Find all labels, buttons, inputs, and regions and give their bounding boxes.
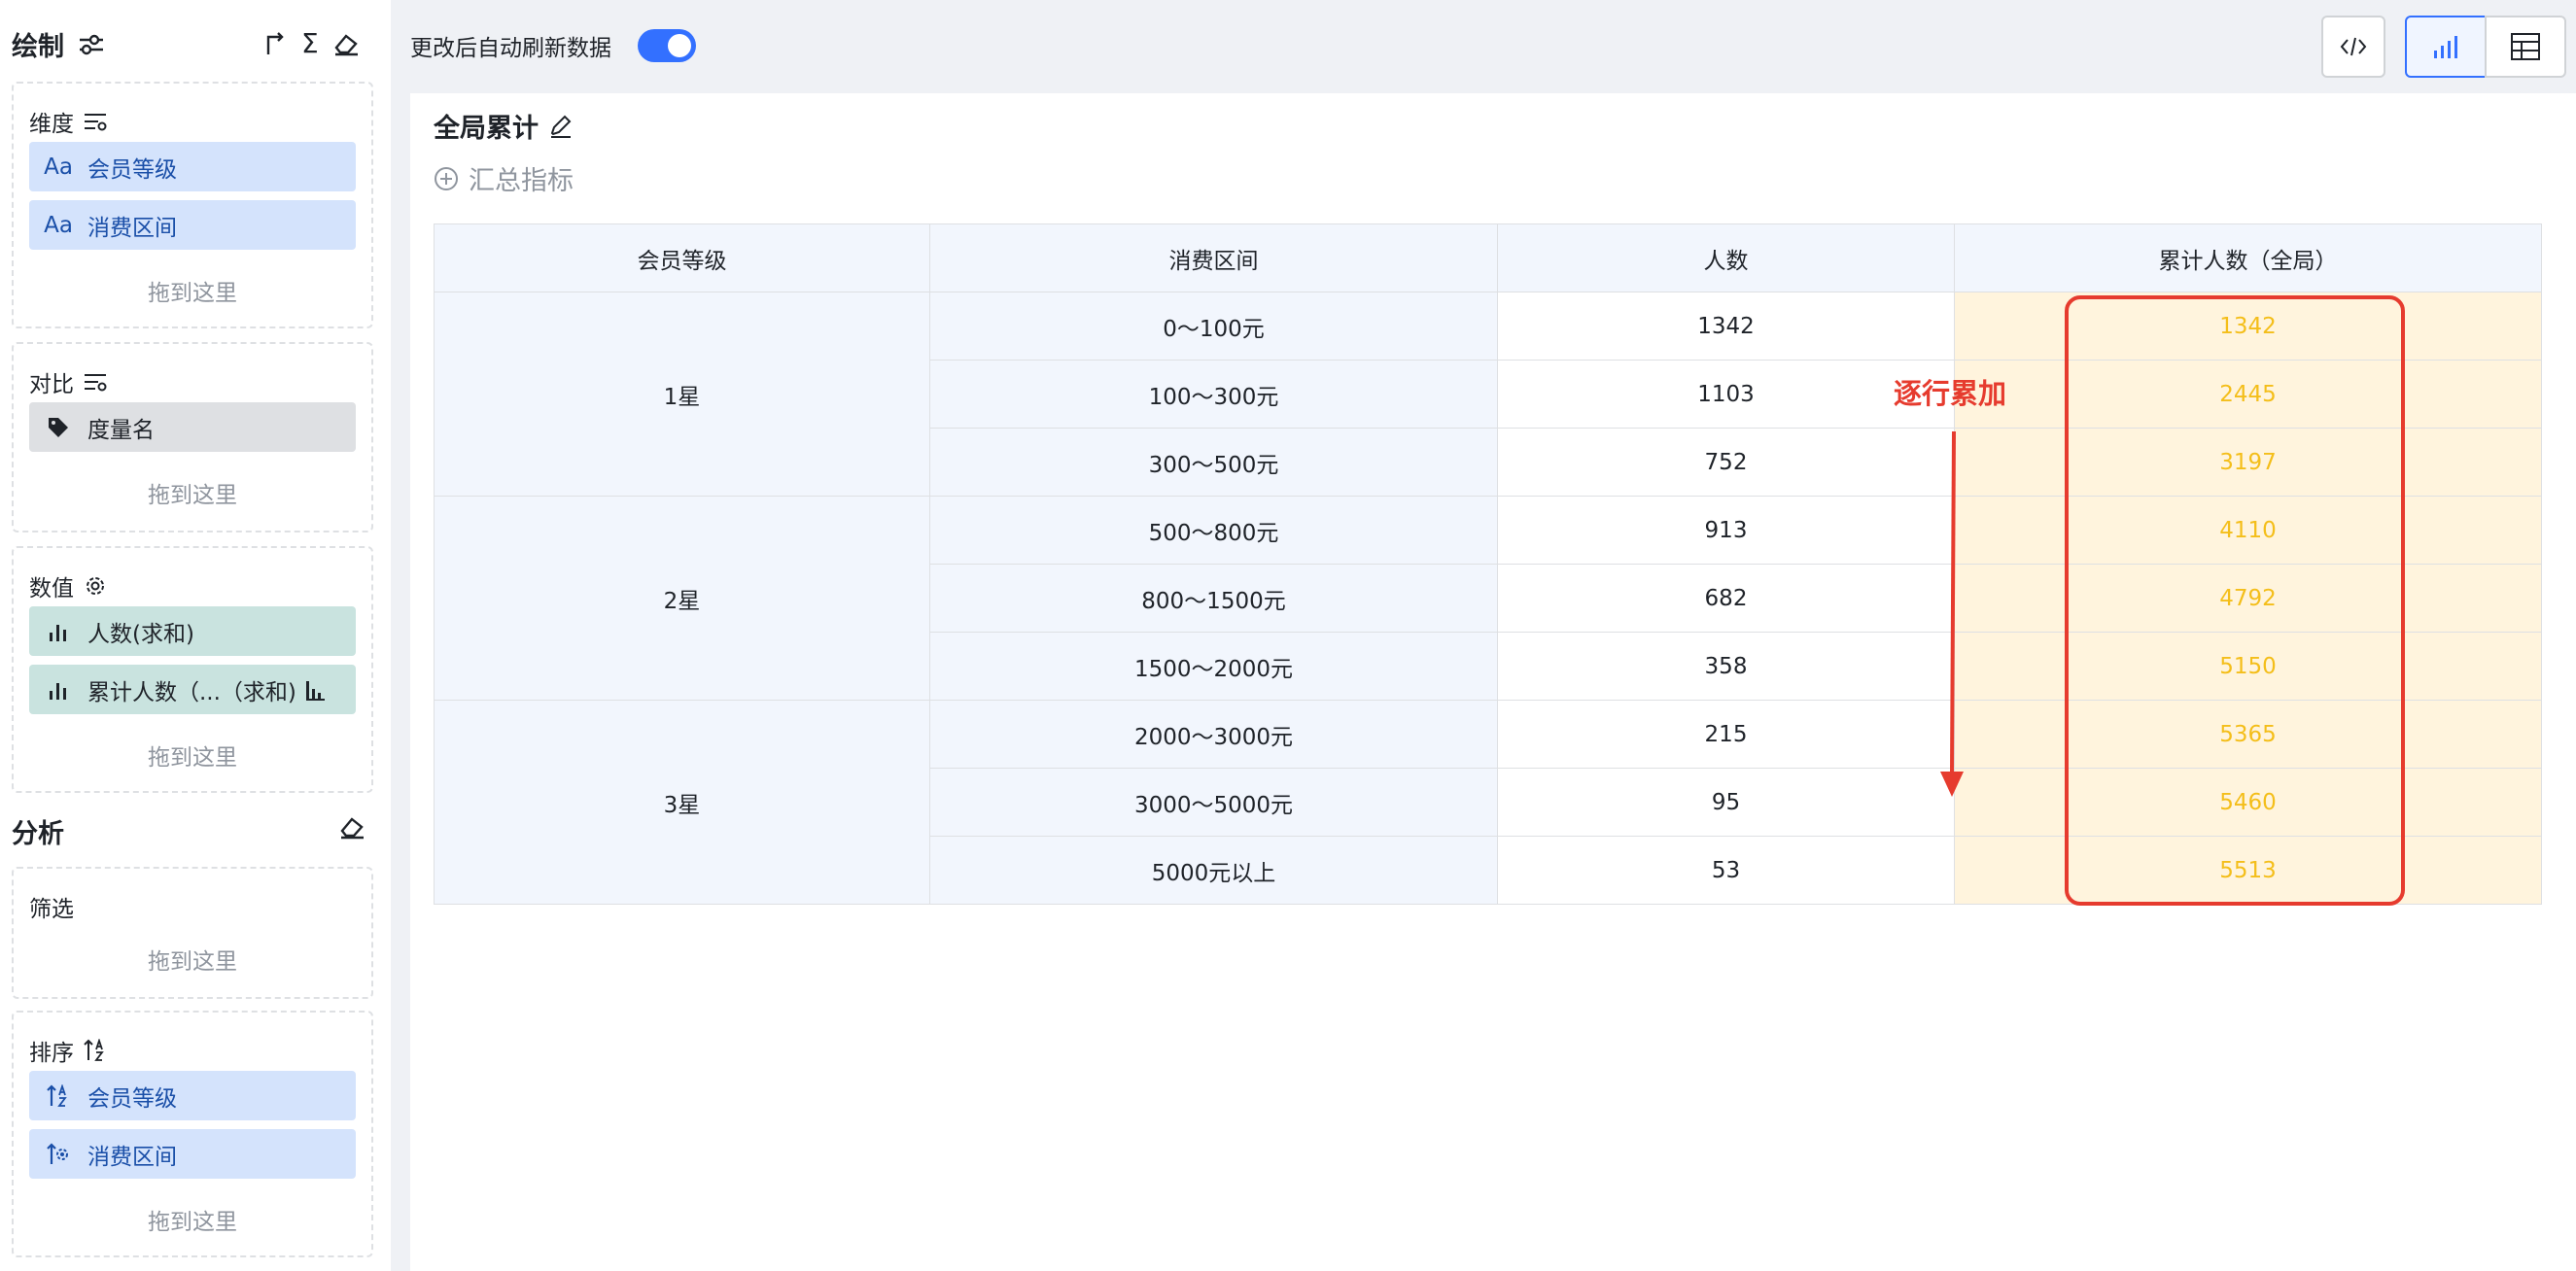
count-cell: 53 [1497,836,1955,905]
gear-icon[interactable] [84,574,107,598]
member-level-cell: 2星 [434,496,930,701]
count-cell: 682 [1497,564,1955,633]
eraser-icon[interactable] [338,814,366,840]
chart-view-button[interactable] [2405,16,2487,78]
bar-chart-icon [2430,33,2461,60]
spend-range-cell: 5000元以上 [929,836,1498,905]
spend-range-cell: 2000～3000元 [929,700,1498,769]
down-arrow-icon [1940,430,1964,797]
count-cell: 358 [1497,632,1955,701]
member-level-cell: 3星 [434,700,930,905]
add-summary-metric-button[interactable]: 汇总指标 [434,159,574,197]
table-icon [2510,32,2541,61]
edit-pencil-icon[interactable] [548,114,574,139]
filter-label: 筛选 [29,897,74,922]
spend-range-cell: 1500～2000元 [929,632,1498,701]
sidebar: 绘制 Σ 维度 Aa 会员等级 Aa 消费区间 拖到这里 对比 度量名 拖到这里… [0,0,391,1271]
analysis-title: 分析 [12,819,64,849]
values-dropzone[interactable]: 数值 人数(求和) 累计人数（...（求和) 拖到这里 [12,546,373,793]
code-view-button[interactable] [2321,16,2385,78]
value-pill-cumulative-sum[interactable]: 累计人数（...（求和) [29,665,356,714]
count-cell: 95 [1497,768,1955,837]
tag-icon [45,416,72,439]
drop-hint: 拖到这里 [148,1210,237,1235]
spend-range-cell: 500～800元 [929,496,1498,565]
code-icon [2340,36,2367,57]
draw-section-title: 绘制 [12,25,105,63]
dimension-label: 维度 [29,105,107,138]
dimension-pill-spend-range[interactable]: Aa 消费区间 [29,200,356,250]
count-cell: 913 [1497,496,1955,565]
values-label: 数值 [29,569,107,602]
sort-label: 排序 [29,1034,107,1067]
drop-hint: 拖到这里 [148,745,237,771]
count-cell: 1103 [1497,360,1955,429]
sidebar-divider[interactable] [391,0,410,1271]
sort-pill-spend-range[interactable]: 消费区间 [29,1129,356,1179]
axis-swap-icon[interactable] [262,31,288,56]
compare-dropzone[interactable]: 对比 度量名 拖到这里 [12,342,373,532]
sigma-icon[interactable]: Σ [301,27,319,59]
sort-pill-member-level[interactable]: 会员等级 [29,1071,356,1120]
header-member-level[interactable]: 会员等级 [434,223,930,292]
header-spend-range[interactable]: 消费区间 [929,223,1498,292]
table-view-button[interactable] [2485,16,2566,78]
text-type-icon: Aa [44,154,73,180]
sort-dropzone[interactable]: 排序 会员等级 消费区间 拖到这里 [12,1011,373,1257]
count-cell: 752 [1497,428,1955,497]
count-cell: 1342 [1497,292,1955,361]
header-cumulative[interactable]: 累计人数（全局） [1954,223,2542,292]
filter-settings-icon[interactable] [84,112,107,131]
table-header-row: 会员等级 消费区间 人数 累计人数（全局） [434,223,2542,292]
cumulative-calc-icon [304,679,326,701]
filter-settings-icon[interactable] [84,372,107,392]
compare-label: 对比 [29,365,107,398]
auto-refresh-toggle[interactable] [638,29,696,62]
spend-range-cell: 300～500元 [929,428,1498,497]
cumulative-highlight-box [2065,295,2405,906]
spend-range-cell: 800～1500元 [929,564,1498,633]
sort-asc-icon[interactable] [84,1039,107,1062]
dimension-dropzone[interactable]: 维度 Aa 会员等级 Aa 消费区间 拖到这里 [12,82,373,328]
eraser-icon[interactable] [332,31,360,56]
value-pill-count-sum[interactable]: 人数(求和) [29,606,356,656]
drop-hint: 拖到这里 [148,949,237,975]
card-title: 全局累计 [434,107,574,145]
draw-title: 绘制 [12,32,64,62]
drop-hint: 拖到这里 [148,483,237,508]
filter-dropzone[interactable]: 筛选 拖到这里 [12,867,373,999]
auto-refresh-label: 更改后自动刷新数据 [410,36,611,61]
sort-custom-icon [45,1142,72,1166]
header-count[interactable]: 人数 [1497,223,1955,292]
spend-range-cell: 100～300元 [929,360,1498,429]
plus-circle-icon [434,166,459,191]
cumulative-annotation: 逐行累加 [1894,377,2007,410]
count-cell: 215 [1497,700,1955,769]
member-level-cell: 1星 [434,292,930,497]
text-type-icon: Aa [44,212,73,238]
spend-range-cell: 3000～5000元 [929,768,1498,837]
drop-hint: 拖到这里 [148,281,237,306]
analysis-section-title: 分析 [12,812,64,850]
sort-asc-icon [45,1083,72,1108]
settings-sliders-icon[interactable] [78,33,105,56]
spend-range-cell: 0～100元 [929,292,1498,361]
dimension-pill-member-level[interactable]: Aa 会员等级 [29,142,356,191]
compare-pill-measure-name[interactable]: 度量名 [29,402,356,452]
bar-chart-icon [45,679,72,701]
bar-chart-icon [45,621,72,642]
